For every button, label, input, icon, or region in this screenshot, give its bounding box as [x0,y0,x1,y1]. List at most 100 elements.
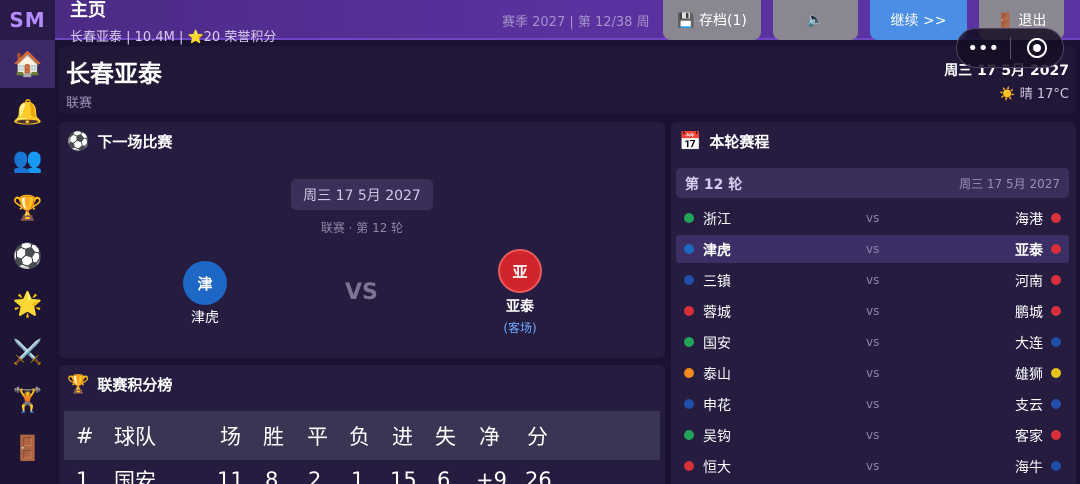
row-lost: 1 [351,468,365,484]
sidebar-item-trophies[interactable]: 🏆 [0,184,55,232]
col-goals-for[interactable]: 进 [392,421,413,451]
home-color-dot [684,461,694,471]
away-color-dot [1051,368,1061,378]
close-capsule-button[interactable] [1011,29,1064,67]
away-color-dot [1051,244,1061,254]
fixture-row[interactable]: 吴钩 vs 客家 [676,421,1069,449]
competition-label: 联赛 [66,96,93,111]
page-title: 主页 [70,0,106,21]
row-won: 8 [265,468,279,484]
fixture-away-team: 大连 [1015,336,1043,352]
sidebar-item-training[interactable]: 🏋️ [0,376,55,424]
app-logo[interactable]: SM [0,0,55,40]
row-goal-diff: +9 [476,468,507,484]
col-rank[interactable]: # [76,424,94,448]
col-drawn[interactable]: 平 [307,421,328,451]
round-number: 第 12 轮 [685,177,743,193]
home-color-dot [684,430,694,440]
fixture-row[interactable]: 恒大 vs 海牛 [676,452,1069,480]
league-table-title-text: 联赛积分榜 [97,376,173,394]
door-icon: 🚪 [12,434,43,462]
row-team: 国安 [114,469,156,484]
fixture-row[interactable]: 泰山 vs 雄狮 [676,359,1069,387]
sidebar-item-home[interactable]: 🏠 [0,40,55,88]
save-button[interactable]: 💾 存档(1) [663,0,761,40]
fixture-row[interactable]: 申花 vs 支云 [676,390,1069,418]
mini-program-capsule: ••• [956,28,1064,68]
honor-points: 20 荣誉积分 [203,30,277,45]
volume-button[interactable]: 🔈 [773,0,858,40]
col-lost[interactable]: 负 [349,421,370,451]
fixture-row[interactable]: 津虎 vs 亚泰 [676,235,1069,263]
row-goals-for: 15 [390,468,417,484]
away-team-crest[interactable]: 亚 [498,249,542,293]
away-color-dot [1051,461,1061,471]
table-row[interactable]: 1 国安 11 8 2 1 15 6 +9 26 [64,460,660,484]
more-menu-button[interactable]: ••• [957,29,1010,67]
home-color-dot [684,213,694,223]
trophy-icon: 🏆 [12,194,43,222]
home-color-dot [684,275,694,285]
round-fixtures-title-text: 本轮赛程 [709,133,770,151]
fixture-row[interactable]: 国安 vs 大连 [676,328,1069,356]
row-goals-against: 6 [437,468,451,484]
sidebar-item-battle[interactable]: ⚔️ [0,328,55,376]
sidebar-item-squad[interactable]: 👥 [0,136,55,184]
away-color-dot [1051,430,1061,440]
col-goal-diff[interactable]: 净 [479,421,500,451]
fixture-home-team: 泰山 [703,367,731,383]
fixture-away-team: 鹏城 [1015,305,1043,321]
col-won[interactable]: 胜 [263,421,284,451]
away-team-name: 亚泰 [506,299,534,315]
calendar-icon: 📅 [679,131,702,152]
col-points[interactable]: 分 [527,421,548,451]
star-icon: ⭐ [187,30,204,45]
sidebar-item-matches[interactable]: ⚽ [0,232,55,280]
match-info: 联赛 · 第 12 轮 [320,221,404,235]
fixture-home-team: 恒大 [703,460,731,476]
fixture-row[interactable]: 蓉城 vs 鹏城 [676,297,1069,325]
sidebar-item-exit[interactable]: 🚪 [0,424,55,472]
sidebar-item-notifications[interactable]: 🔔 [0,88,55,136]
fixture-vs: vs [866,242,880,256]
fixture-home-team: 浙江 [703,212,731,228]
away-color-dot [1051,306,1061,316]
league-table-title: 🏆 联赛积分榜 [67,374,172,395]
sun-icon: ☀️ [999,87,1016,102]
soccer-ball-icon: ⚽ [12,242,43,270]
next-match-panel: ⚽ 下一场比赛 周三 17 5月 2027 联赛 · 第 12 轮 津 津虎 V… [59,122,665,358]
home-color-dot [684,368,694,378]
weather-text: 晴 17°C [1019,87,1069,102]
sidebar-item-highlights[interactable]: 🌟 [0,280,55,328]
round-header: 第 12 轮 周三 17 5月 2027 [676,168,1069,198]
fixture-home-team: 国安 [703,336,731,352]
league-table-panel: 🏆 联赛积分榜 # 球队 场 胜 平 负 进 失 净 分 1 国安 11 8 2… [59,365,665,484]
fixture-away-team: 支云 [1015,398,1043,414]
versus-label: VS [345,280,378,305]
fixture-row[interactable]: 三镇 vs 河南 [676,266,1069,294]
fixture-away-team: 海港 [1015,212,1043,228]
fixture-row[interactable]: 浙江 vs 海港 [676,204,1069,232]
fixture-vs: vs [866,335,880,349]
col-team[interactable]: 球队 [114,421,156,451]
continue-button[interactable]: 继续 >> [870,0,967,40]
fixture-vs: vs [866,273,880,287]
fixture-vs: vs [866,459,880,473]
home-team-crest[interactable]: 津 [183,261,227,305]
season-week: 赛季 2027 | 第 12/38 周 [502,15,650,30]
sidebar: 🏠 🔔 👥 🏆 ⚽ 🌟 ⚔️ 🏋️ 🚪 [0,40,55,484]
team-title: 长春亚泰 [66,60,162,88]
col-goals-against[interactable]: 失 [435,421,456,451]
fixture-away-team: 海牛 [1015,460,1043,476]
col-played[interactable]: 场 [220,421,241,451]
club-header [59,46,1076,114]
weightlifter-icon: 🏋️ [12,386,43,414]
fixture-home-team: 吴钩 [703,429,731,445]
row-played: 11 [217,468,244,484]
row-drawn: 2 [308,468,322,484]
away-color-dot [1051,399,1061,409]
next-match-title-text: 下一场比赛 [97,133,173,151]
home-team-name: 津虎 [191,310,219,326]
next-match-title: ⚽ 下一场比赛 [67,131,172,152]
fixture-vs: vs [866,211,880,225]
